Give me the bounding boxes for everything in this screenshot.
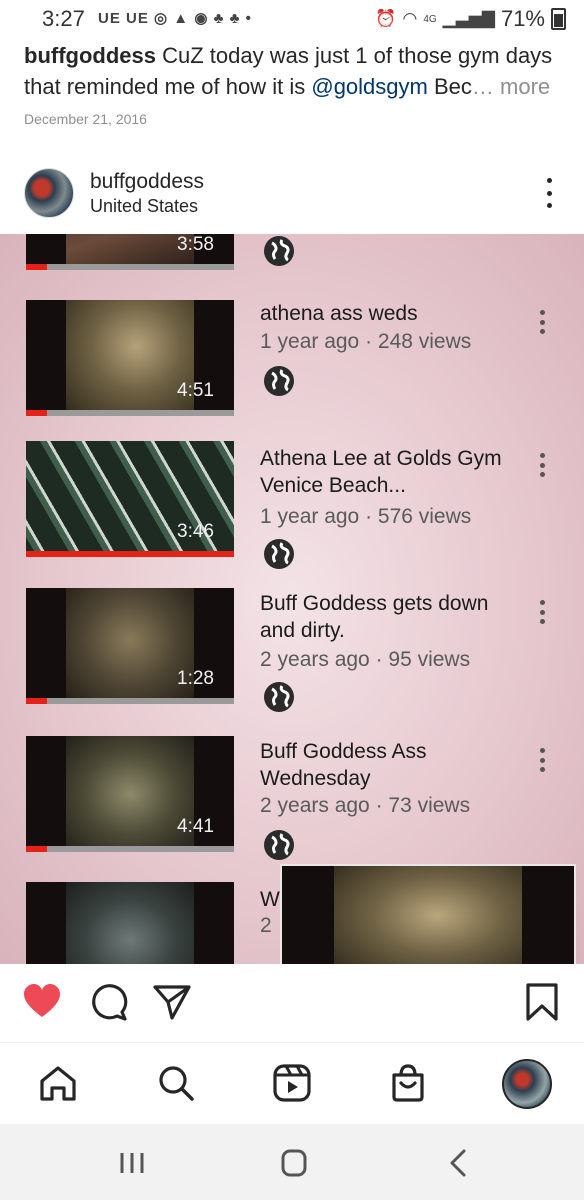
video-meta: 2 [260, 914, 272, 937]
network-type: 4G [423, 13, 437, 25]
share-icon[interactable] [152, 982, 192, 1022]
video-title: Buff Goddess Ass Wednesday [260, 740, 427, 790]
dot-icon: • [245, 10, 252, 27]
video-thumbnail [26, 882, 234, 964]
video-meta: 1 year ago · 576 views [260, 505, 472, 528]
more-link[interactable]: more [494, 74, 550, 99]
video-duration: 3:58 [177, 234, 214, 255]
post-date: December 21, 2016 [24, 111, 147, 127]
mini-player [280, 864, 576, 964]
post-header: buffgoddess United States [0, 160, 584, 234]
globe-icon [264, 236, 294, 266]
video-duration: 1:28 [177, 668, 214, 689]
status-bar: 3:27 UE UE ◎ ▲ ◉ ♣ ♣ • ⏰ ◠ 4G ▁▃▅▇ 71% [0, 0, 584, 40]
app-icon: ♣ [229, 10, 241, 27]
back-icon[interactable] [438, 1146, 478, 1180]
bookmark-icon[interactable] [522, 982, 562, 1022]
shop-icon[interactable] [388, 1063, 428, 1103]
recents-icon[interactable] [112, 1146, 152, 1180]
battery-percent: 71% [500, 6, 545, 31]
caption-username[interactable]: buffgoddess [24, 43, 156, 68]
home-button-icon[interactable] [274, 1146, 314, 1180]
video-thumbnail: 3:46 [26, 441, 234, 557]
avatar[interactable] [24, 168, 74, 218]
instagram-icon: ◎ [154, 10, 169, 27]
home-icon[interactable] [38, 1063, 78, 1103]
progress-bar [26, 551, 234, 557]
video-title: Athena Lee at Golds Gym Venice Beach... [260, 447, 502, 497]
bottom-nav [0, 1042, 584, 1125]
video-meta: 1 year ago · 248 views [260, 330, 472, 353]
post-actions [0, 964, 584, 1040]
comment-icon[interactable] [88, 982, 128, 1022]
profile-avatar[interactable] [502, 1059, 552, 1109]
account-icon: ◉ [194, 10, 209, 27]
video-duration: 4:51 [177, 380, 214, 401]
video-options-icon [538, 310, 546, 334]
video-thumbnail: 4:41 [26, 736, 234, 852]
system-nav-bar [0, 1124, 584, 1200]
post-username[interactable]: buffgoddess [90, 170, 204, 194]
video-options-icon [538, 600, 546, 624]
more-options-icon[interactable] [544, 178, 554, 208]
post-location[interactable]: United States [90, 196, 198, 217]
video-thumbnail: 3:58 [26, 234, 234, 270]
caption-ellipsis: … [471, 74, 494, 99]
video-meta: 2 years ago · 95 views [260, 648, 471, 671]
video-options-icon [538, 748, 546, 772]
wifi-icon: ◠ [402, 9, 418, 28]
notification-icons: UE UE ◎ ▲ ◉ ♣ ♣ • [98, 9, 252, 27]
post-caption: buffgoddess CuZ today was just 1 of thos… [24, 40, 564, 102]
status-right: ⏰ ◠ 4G ▁▃▅▇ 71% [375, 6, 566, 32]
signal-icon: ▁▃▅▇ [442, 9, 495, 28]
video-duration: 4:41 [177, 816, 214, 837]
caption-tail: Bec [427, 74, 472, 99]
globe-icon [264, 682, 294, 712]
post-media[interactable]: 3:58 4:51 athena ass weds 1 year ago · 2… [0, 234, 584, 964]
video-duration: 3:46 [177, 521, 214, 542]
caption-mention[interactable]: @goldsgym [311, 74, 428, 99]
globe-icon [264, 366, 294, 396]
app-icon: ♣ [213, 10, 225, 27]
globe-icon [264, 539, 294, 569]
status-time: 3:27 [42, 6, 85, 31]
globe-icon [264, 830, 294, 860]
battery-icon [551, 8, 566, 30]
notification-text: UE UE [98, 10, 149, 27]
video-meta: 2 years ago · 73 views [260, 794, 471, 817]
video-options-icon [538, 453, 546, 477]
warning-icon: ▲ [173, 10, 190, 27]
progress-bar [26, 410, 47, 416]
video-thumbnail: 1:28 [26, 588, 234, 704]
heart-icon[interactable] [22, 982, 62, 1022]
video-thumbnail: 4:51 [26, 300, 234, 416]
video-title: Buff Goddess gets down and dirty. [260, 592, 489, 642]
search-icon[interactable] [156, 1063, 196, 1103]
alarm-icon: ⏰ [375, 9, 397, 28]
reels-icon[interactable] [272, 1063, 312, 1103]
progress-bar [26, 264, 47, 270]
progress-bar [26, 698, 47, 704]
video-title: athena ass weds [260, 302, 418, 325]
progress-bar [26, 846, 47, 852]
